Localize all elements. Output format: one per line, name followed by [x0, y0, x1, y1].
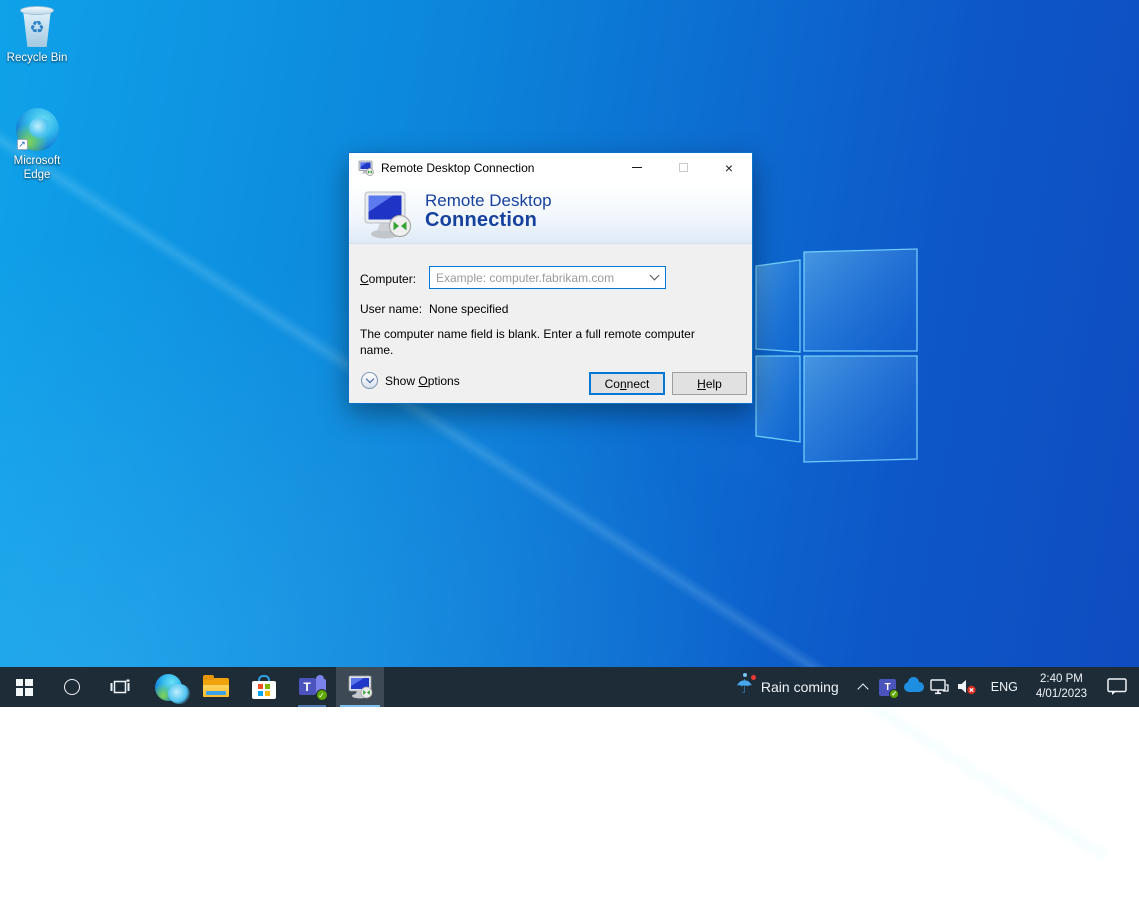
clock-time: 2:40 PM [1040, 672, 1083, 687]
umbrella-weather-icon: ☂ [736, 678, 753, 697]
rdc-logo-icon [363, 190, 413, 240]
window-titlebar[interactable]: Remote Desktop Connection × [349, 153, 752, 183]
onedrive-tray-button[interactable] [901, 667, 927, 707]
network-tray-button[interactable] [927, 667, 953, 707]
options-chevron-icon [361, 372, 378, 389]
weather-widget[interactable]: ☂ Rain coming [724, 667, 851, 707]
start-button[interactable] [0, 667, 48, 707]
close-button[interactable]: × [706, 153, 752, 182]
minimize-button[interactable] [614, 153, 660, 182]
dialog-header-banner: Remote Desktop Connection [349, 183, 752, 244]
windows-start-icon [16, 679, 33, 696]
computer-label: Computer: [360, 272, 416, 286]
check-badge-icon: ✓ [316, 689, 328, 701]
edge-icon: ↗ [16, 108, 59, 151]
show-options-button[interactable]: Show Options [361, 372, 460, 389]
taskbar-file-explorer-button[interactable] [192, 667, 240, 707]
onedrive-cloud-icon [904, 682, 924, 692]
action-center-button[interactable] [1095, 667, 1139, 707]
help-button[interactable]: Help [672, 372, 747, 395]
maximize-button [660, 153, 706, 182]
tray-teams-icon-button[interactable]: T ✓ [875, 667, 901, 707]
volume-muted-icon [957, 679, 977, 695]
computer-combobox [429, 266, 666, 289]
taskbar: T ✓ ☂ Rain coming T ✓ [0, 667, 1139, 707]
combobox-dropdown-button[interactable] [643, 267, 665, 288]
action-center-icon [1107, 678, 1127, 696]
recycle-bin-icon: ♻ [20, 6, 54, 48]
windows-logo-wallpaper [748, 244, 923, 469]
window-title: Remote Desktop Connection [381, 161, 534, 175]
weather-text: Rain coming [761, 679, 839, 695]
wallpaper-light-ray [0, 0, 1138, 908]
remote-desktop-connection-window: Remote Desktop Connection × Remote Deskt… [348, 152, 753, 404]
desktop-icon-microsoft-edge[interactable]: ↗ Microsoft Edge [0, 108, 74, 183]
taskbar-edge-button[interactable] [144, 667, 192, 707]
volume-tray-button[interactable] [953, 667, 981, 707]
microsoft-store-icon [252, 675, 276, 699]
network-icon [930, 679, 949, 695]
brand-line2: Connection [425, 210, 552, 231]
desktop-icon-recycle-bin[interactable]: ♻ Recycle Bin [0, 6, 74, 65]
search-icon [64, 679, 80, 695]
username-label: User name: [360, 302, 422, 316]
shortcut-arrow-icon: ↗ [17, 139, 28, 150]
brand-line1: Remote Desktop [425, 191, 552, 210]
computer-input[interactable] [430, 271, 643, 285]
show-options-label: Show Options [385, 374, 460, 388]
remote-desktop-icon [347, 675, 374, 700]
taskbar-clock[interactable]: 2:40 PM 4/01/2023 [1028, 667, 1095, 707]
rdc-window-icon [358, 160, 375, 176]
show-hidden-icons-button[interactable] [851, 667, 875, 707]
taskbar-store-button[interactable] [240, 667, 288, 707]
taskbar-remote-desktop-button[interactable] [336, 667, 384, 707]
recycle-symbol-icon: ♻ [20, 18, 54, 38]
edge-icon [155, 674, 182, 701]
taskbar-teams-button[interactable]: T ✓ [288, 667, 336, 707]
check-badge-icon: ✓ [889, 689, 899, 699]
teams-icon: T ✓ [879, 679, 896, 696]
desktop-icon-label: Recycle Bin [0, 51, 74, 65]
dialog-body: Computer: User name: None specified The … [349, 244, 752, 403]
clock-date: 4/01/2023 [1036, 687, 1087, 702]
info-text: The computer name field is blank. Enter … [360, 326, 695, 358]
username-value: None specified [429, 302, 508, 316]
connect-button[interactable]: Connect [589, 372, 665, 395]
teams-icon: T ✓ [299, 675, 326, 699]
chevron-down-icon [649, 271, 659, 281]
chevron-up-icon [857, 683, 868, 694]
dialog-brand-text: Remote Desktop Connection [425, 191, 552, 231]
task-view-icon [110, 679, 130, 695]
search-button[interactable] [48, 667, 96, 707]
language-indicator[interactable]: ENG [981, 667, 1028, 707]
file-explorer-icon [203, 678, 229, 697]
desktop-icon-label: Microsoft Edge [6, 154, 68, 183]
task-view-button[interactable] [96, 667, 144, 707]
